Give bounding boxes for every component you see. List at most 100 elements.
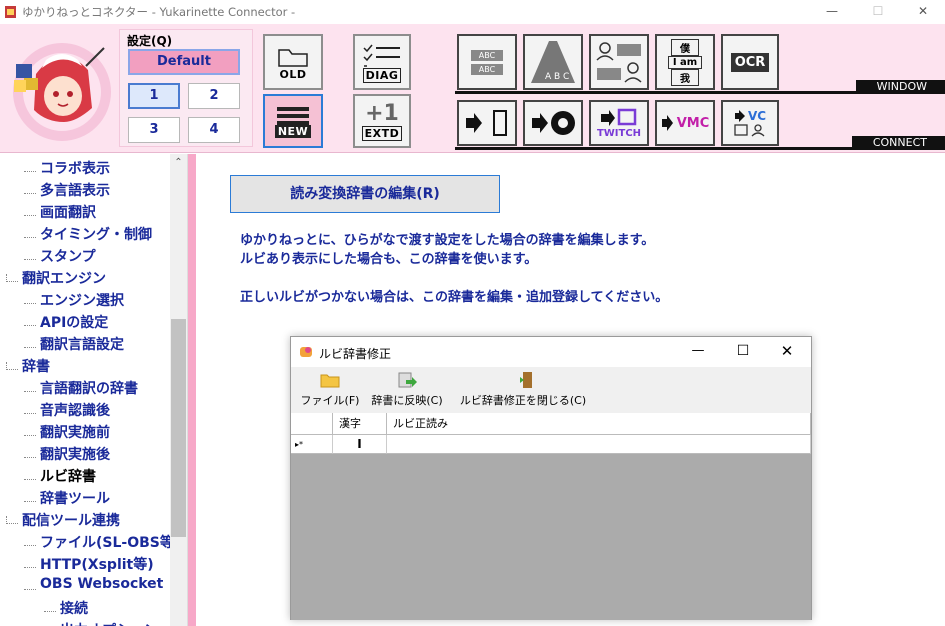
tree-item-label: コラボ表示 xyxy=(40,161,110,177)
new-label: NEW xyxy=(274,124,312,138)
tree-item[interactable]: 配信ツール連携 xyxy=(22,510,120,530)
twitch-label: TWITCH xyxy=(596,127,642,139)
window-person-abc-button[interactable] xyxy=(589,34,649,90)
connect-twitch-button[interactable]: TWITCH xyxy=(589,100,649,146)
tree-collapse-icon[interactable] xyxy=(6,274,18,282)
ruby-dictionary-grid[interactable]: 漢字 ルビ正読み ▸* I xyxy=(291,413,811,620)
tree-connector xyxy=(24,450,36,458)
tree-collapse-icon[interactable] xyxy=(6,516,18,524)
column-header-ruby[interactable]: ルビ正読み xyxy=(387,413,811,435)
tree-item[interactable]: 画面翻訳 xyxy=(40,202,96,222)
tree-connector xyxy=(24,406,36,414)
preset-2-button[interactable]: 2 xyxy=(188,83,240,109)
tree-item-label: スタンプ xyxy=(40,249,96,265)
tree-item[interactable]: 翻訳言語設定 xyxy=(40,334,124,354)
tree-item[interactable]: 翻訳実施後 xyxy=(40,444,110,464)
connect-vmc-button[interactable]: VMC xyxy=(655,100,715,146)
tree-item[interactable]: HTTP(Xsplit等) xyxy=(40,554,154,574)
old-button[interactable]: OLD xyxy=(263,34,323,90)
ruby-cell[interactable] xyxy=(387,435,811,454)
edit-reading-dictionary-button[interactable]: 読み変換辞書の編集(R) xyxy=(230,175,500,213)
window-translation-stack-button[interactable]: 僕 I am 我 xyxy=(655,34,715,90)
tree-connector xyxy=(24,296,36,304)
tree-item-label: 辞書 xyxy=(22,359,50,375)
tree-connector xyxy=(24,230,36,238)
tree-item[interactable]: スタンプ xyxy=(40,246,96,266)
tree-connector xyxy=(24,494,36,502)
tree-item-label: OBS Websocket xyxy=(40,576,164,592)
dialog-title: ルビ辞書修正 xyxy=(319,347,392,361)
window-abc-stack-button[interactable]: ABC ABC xyxy=(457,34,517,90)
description-line-3: 正しいルビがつかない場合は、この辞書を編集・追加登録してください。 xyxy=(240,290,669,305)
tree-item[interactable]: エンジン選択 xyxy=(40,290,124,310)
extd-button[interactable]: +1 EXTD xyxy=(353,94,411,148)
close-button[interactable]: ✕ xyxy=(900,0,945,24)
tree-item[interactable]: ルビ辞書 xyxy=(40,466,96,486)
preset-3-button[interactable]: 3 xyxy=(128,117,180,143)
tree-item[interactable]: 辞書 xyxy=(22,356,50,376)
tree-item[interactable]: タイミング・制御 xyxy=(40,224,152,244)
dialog-maximize-button[interactable]: ☐ xyxy=(728,343,758,359)
tree-item[interactable]: 翻訳エンジン xyxy=(22,268,106,288)
maximize-button[interactable]: ☐ xyxy=(855,0,901,24)
tree-item[interactable]: APIの設定 xyxy=(40,312,108,332)
tree-connector xyxy=(24,318,36,326)
obs-icon xyxy=(532,111,575,135)
tree-item-label: HTTP(Xsplit等) xyxy=(40,557,154,573)
file-menu-button[interactable]: ファイル(F) xyxy=(299,371,361,411)
minimize-button[interactable]: — xyxy=(809,0,855,24)
tree-item[interactable]: 多言語表示 xyxy=(40,180,110,200)
close-ruby-editor-button[interactable]: ルビ辞書修正を閉じる(C) xyxy=(459,371,587,411)
preset-title: 設定(Q) xyxy=(127,34,173,48)
preset-default-button[interactable]: Default xyxy=(128,49,240,75)
i-am-icon: I am xyxy=(667,55,703,69)
tree-item[interactable]: ファイル(SL-OBS等) xyxy=(40,532,180,552)
tree-item[interactable]: 言語翻訳の辞書 xyxy=(40,378,138,398)
tree-item[interactable]: コラボ表示 xyxy=(40,158,110,178)
scroll-thumb[interactable] xyxy=(171,319,186,537)
save-arrow-icon xyxy=(398,372,417,388)
tree-item[interactable]: 接続 xyxy=(60,598,88,618)
kanji-cell[interactable]: I xyxy=(333,435,387,454)
dialog-minimize-button[interactable]: — xyxy=(683,343,713,358)
svg-text:A B C: A B C xyxy=(545,72,569,82)
tree-item[interactable]: 音声認識後 xyxy=(40,400,110,420)
settings-tree: コラボ表示多言語表示画面翻訳タイミング・制御 スタンプ翻訳エンジンエンジン選択 AP… xyxy=(0,154,188,626)
tree-item-label: タイミング・制御 xyxy=(40,227,152,243)
tree-item-label: 接続 xyxy=(60,601,88,617)
tree-item-label: 翻訳エンジン xyxy=(22,271,106,287)
ware-icon: 我 xyxy=(671,68,699,86)
tree-item-label: 多言語表示 xyxy=(40,183,110,199)
connect-obs-button[interactable] xyxy=(523,100,583,146)
tree-scrollbar[interactable]: ⌃ xyxy=(170,154,187,626)
tree-connector xyxy=(44,604,56,612)
tree-item[interactable]: OBS Websocket xyxy=(40,576,163,592)
ocr-button[interactable]: OCR xyxy=(721,34,779,90)
ocr-label: OCR xyxy=(730,52,770,72)
tree-item[interactable]: 出力オプション xyxy=(60,620,158,626)
preset-4-button[interactable]: 4 xyxy=(188,117,240,143)
dialog-close-button[interactable]: ✕ xyxy=(772,342,802,360)
tree-item-label: エンジン選択 xyxy=(40,293,124,309)
tree-connector xyxy=(24,384,36,392)
boku-icon: 僕 xyxy=(671,38,699,56)
tree-item[interactable]: 翻訳実施前 xyxy=(40,422,110,442)
splitter[interactable] xyxy=(188,154,196,626)
apply-to-dictionary-button[interactable]: 辞書に反映(C) xyxy=(367,371,447,411)
connect-vc-button[interactable]: VC xyxy=(721,100,779,146)
scroll-up-icon[interactable]: ⌃ xyxy=(170,154,187,171)
tree-item[interactable]: 辞書ツール xyxy=(40,488,110,508)
person-caption-icon xyxy=(596,42,642,83)
column-header-kanji[interactable]: 漢字 xyxy=(333,413,387,435)
preset-1-button[interactable]: 1 xyxy=(128,83,180,109)
window-perspective-button[interactable]: A B C xyxy=(523,34,583,90)
tree-item-label: 翻訳言語設定 xyxy=(40,337,124,353)
diag-button[interactable]: DIAG xyxy=(353,34,411,90)
apply-label: 辞書に反映(C) xyxy=(371,394,443,407)
new-button[interactable]: NEW xyxy=(263,94,323,148)
folder-icon xyxy=(278,48,308,67)
tree-collapse-icon[interactable] xyxy=(6,362,18,370)
diag-label: DIAG xyxy=(362,67,402,83)
connect-mobile-button[interactable] xyxy=(457,100,517,146)
tree-item-label: ルビ辞書 xyxy=(40,469,96,485)
